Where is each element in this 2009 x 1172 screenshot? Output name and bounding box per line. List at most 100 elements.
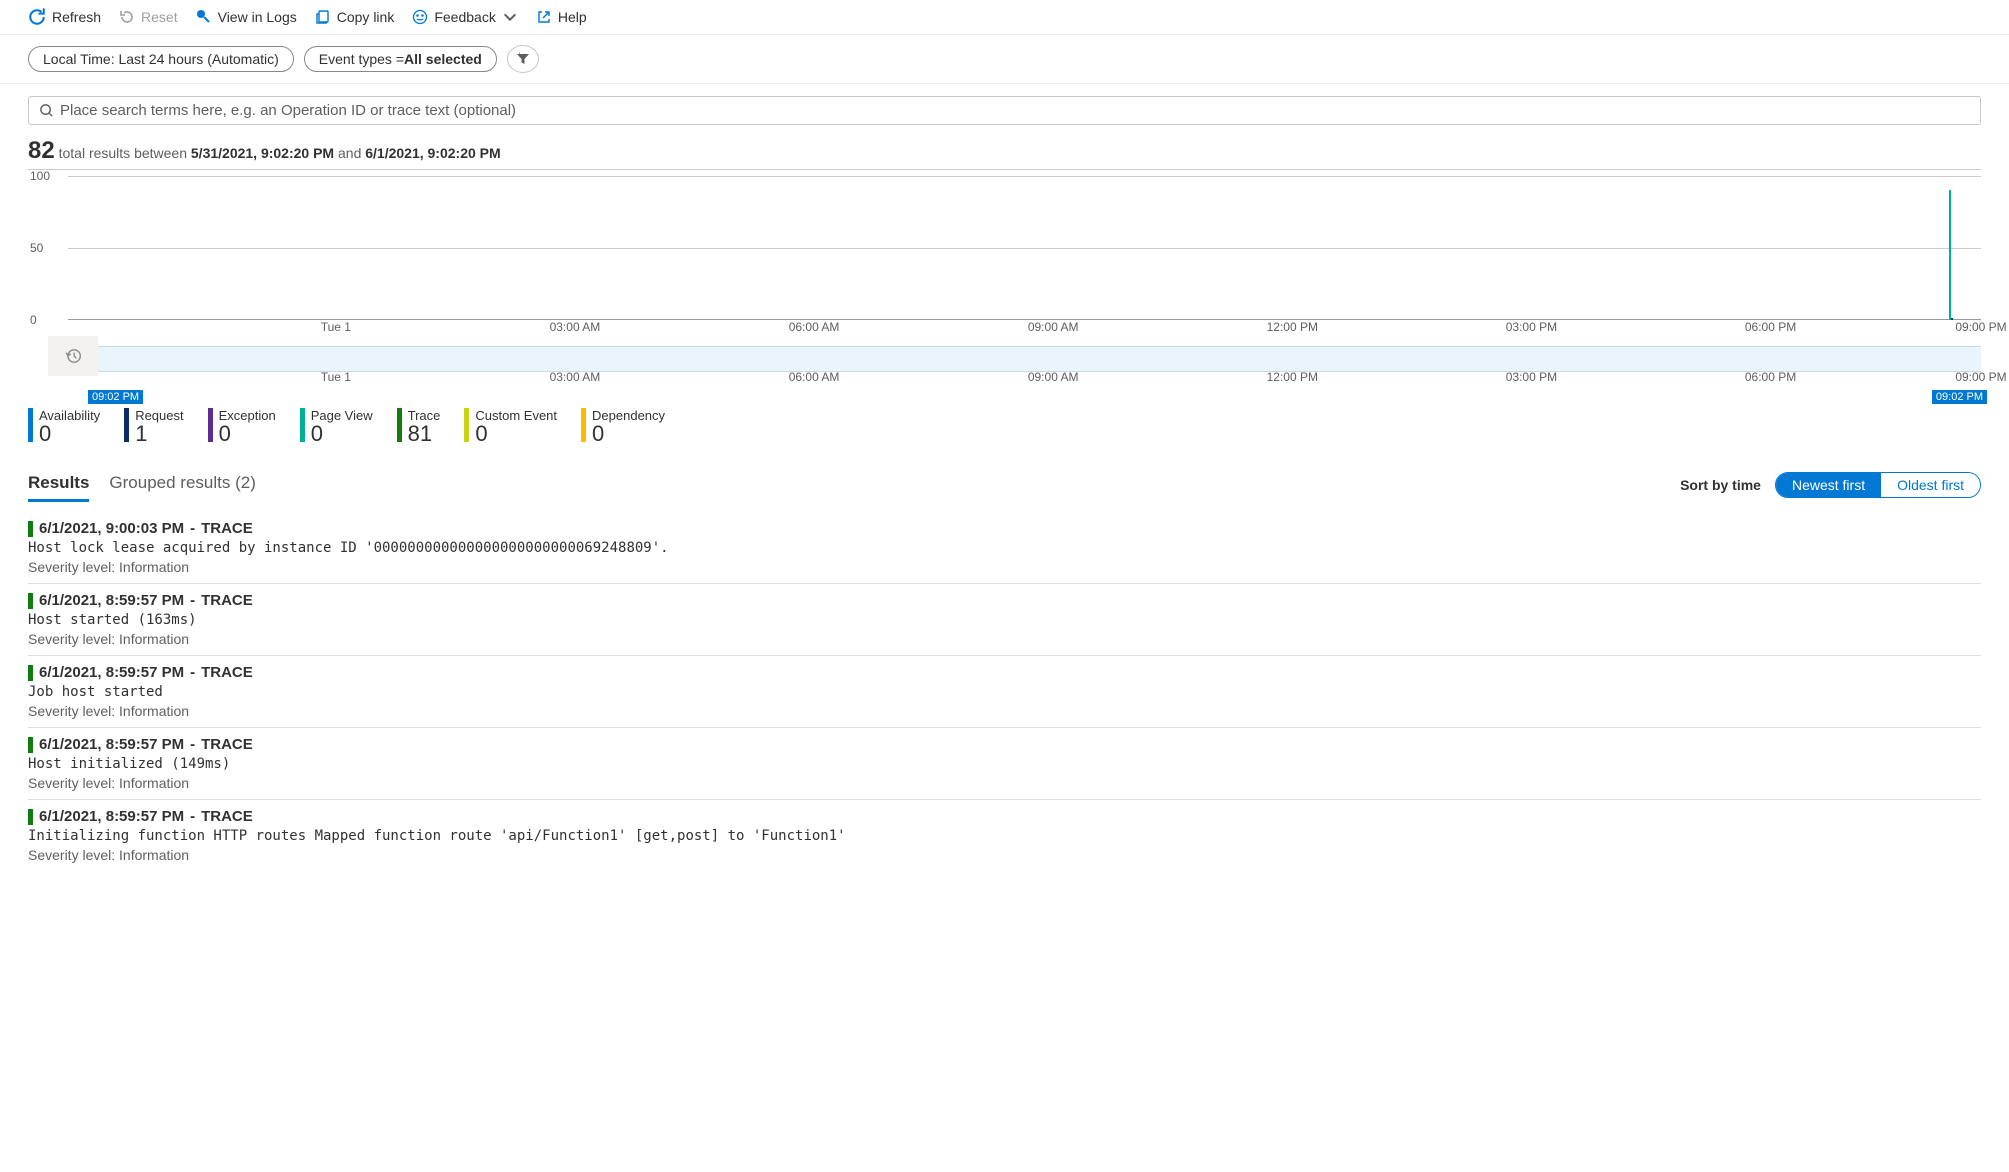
refresh-label: Refresh: [52, 9, 101, 25]
legend-value: 0: [39, 421, 100, 447]
results-summary: 82 total results between 5/31/2021, 9:02…: [28, 137, 1981, 170]
result-sep: -: [190, 520, 195, 537]
event-types-value: All selected: [404, 51, 482, 67]
legend-request[interactable]: Request1: [124, 408, 183, 447]
result-timestamp: 6/1/2021, 8:59:57 PM: [39, 736, 184, 753]
y-tick: 0: [30, 313, 37, 327]
add-filter-button[interactable]: +: [507, 45, 539, 73]
legend-dependency[interactable]: Dependency0: [581, 408, 665, 447]
legend-color: [28, 408, 33, 442]
x-tick: Tue 1: [321, 320, 351, 334]
feedback-label: Feedback: [434, 9, 495, 25]
summary-end: 6/1/2021, 9:02:20 PM: [365, 145, 500, 161]
filter-row: Local Time: Last 24 hours (Automatic) Ev…: [0, 35, 2009, 84]
time-range-label: Local Time: Last 24 hours (Automatic): [43, 51, 279, 67]
tabs: Results Grouped results (2): [28, 467, 256, 502]
result-item[interactable]: 6/1/2021, 8:59:57 PM - TRACE Initializin…: [28, 800, 1981, 871]
x-tick: 09:00 AM: [1028, 320, 1079, 334]
help-label: Help: [558, 9, 587, 25]
tabs-row: Results Grouped results (2) Sort by time…: [28, 467, 1981, 502]
sort-newest-first[interactable]: Newest first: [1776, 473, 1881, 497]
sort-controls: Sort by time Newest first Oldest first: [1680, 472, 1981, 498]
x-tick: 12:00 PM: [1267, 370, 1318, 384]
search-icon: [39, 103, 54, 118]
result-severity: Severity level: Information: [28, 631, 1981, 647]
external-link-icon: [536, 9, 552, 25]
legend: Availability0 Request1 Exception0 Page V…: [28, 408, 1981, 447]
result-sep: -: [190, 808, 195, 825]
copy-link-label: Copy link: [337, 9, 395, 25]
x-tick: 03:00 PM: [1506, 370, 1557, 384]
refresh-icon: [28, 8, 46, 26]
legend-color: [300, 408, 305, 442]
chart-bar-trace: [1949, 190, 1951, 320]
legend-value: 0: [219, 421, 276, 447]
result-message: Job host started: [28, 684, 1981, 700]
help-button[interactable]: Help: [536, 9, 587, 25]
search-box[interactable]: [28, 96, 1981, 125]
refresh-button[interactable]: Refresh: [28, 8, 101, 26]
x-tick: 03:00 AM: [550, 370, 601, 384]
legend-color: [124, 408, 129, 442]
sort-newest-label: Newest first: [1792, 477, 1865, 493]
result-item[interactable]: 6/1/2021, 9:00:03 PM - TRACE Host lock l…: [28, 512, 1981, 584]
legend-value: 0: [592, 421, 665, 447]
tab-results[interactable]: Results: [28, 467, 89, 502]
result-message: Host started (163ms): [28, 612, 1981, 628]
result-message: Host initialized (149ms): [28, 756, 1981, 772]
result-item[interactable]: 6/1/2021, 8:59:57 PM - TRACE Host starte…: [28, 584, 1981, 656]
legend-value: 0: [311, 421, 373, 447]
x-tick: 06:00 AM: [789, 320, 840, 334]
result-severity: Severity level: Information: [28, 703, 1981, 719]
x-tick: 09:00 PM: [1955, 370, 2006, 384]
legend-color: [581, 408, 586, 442]
result-severity: Severity level: Information: [28, 559, 1981, 575]
trace-chip: [28, 809, 33, 825]
search-input[interactable]: [60, 102, 1970, 119]
trace-chip: [28, 521, 33, 537]
trace-chip: [28, 665, 33, 681]
result-timestamp: 6/1/2021, 9:00:03 PM: [39, 520, 184, 537]
legend-customevent[interactable]: Custom Event0: [464, 408, 557, 447]
result-timestamp: 6/1/2021, 8:59:57 PM: [39, 808, 184, 825]
copy-link-button[interactable]: Copy link: [315, 9, 395, 25]
legend-color: [464, 408, 469, 442]
chevron-down-icon: [502, 9, 518, 25]
history-icon: [64, 347, 82, 365]
x-tick: 03:00 AM: [550, 320, 601, 334]
trace-chip: [28, 593, 33, 609]
svg-text:+: +: [517, 52, 522, 59]
result-type: TRACE: [201, 664, 253, 681]
summary-start: 5/31/2021, 9:02:20 PM: [191, 145, 334, 161]
event-types-pill[interactable]: Event types = All selected: [304, 46, 497, 72]
legend-color: [397, 408, 402, 442]
smile-icon: [412, 9, 428, 25]
result-type: TRACE: [201, 592, 253, 609]
legend-color: [208, 408, 213, 442]
tab-grouped-results[interactable]: Grouped results (2): [109, 467, 255, 502]
time-range-pill[interactable]: Local Time: Last 24 hours (Automatic): [28, 46, 294, 72]
result-severity: Severity level: Information: [28, 775, 1981, 791]
result-type: TRACE: [201, 736, 253, 753]
y-tick: 50: [30, 241, 43, 255]
time-range-selector[interactable]: Tue 1 03:00 AM 06:00 AM 09:00 AM 12:00 P…: [68, 336, 1981, 386]
tab-results-label: Results: [28, 473, 89, 492]
x-tick: 09:00 AM: [1028, 370, 1079, 384]
range-end-badge: 09:02 PM: [1932, 390, 1987, 404]
summary-between: total results between: [59, 145, 191, 161]
result-item[interactable]: 6/1/2021, 8:59:57 PM - TRACE Host initia…: [28, 728, 1981, 800]
histogram-chart[interactable]: 100 50 0 Tue 1 03:00 AM 06:00 AM 09:00 A…: [68, 176, 1981, 336]
legend-pageview[interactable]: Page View0: [300, 408, 373, 447]
sort-oldest-first[interactable]: Oldest first: [1881, 473, 1980, 497]
view-logs-button[interactable]: View in Logs: [196, 9, 297, 25]
legend-trace[interactable]: Trace81: [397, 408, 441, 447]
reset-button[interactable]: Reset: [119, 9, 178, 25]
legend-availability[interactable]: Availability0: [28, 408, 100, 447]
result-item[interactable]: 6/1/2021, 8:59:57 PM - TRACE Job host st…: [28, 656, 1981, 728]
result-sep: -: [190, 664, 195, 681]
feedback-button[interactable]: Feedback: [412, 9, 517, 25]
legend-exception[interactable]: Exception0: [208, 408, 276, 447]
copy-icon: [315, 9, 331, 25]
sort-oldest-label: Oldest first: [1897, 477, 1964, 493]
result-type: TRACE: [201, 808, 253, 825]
